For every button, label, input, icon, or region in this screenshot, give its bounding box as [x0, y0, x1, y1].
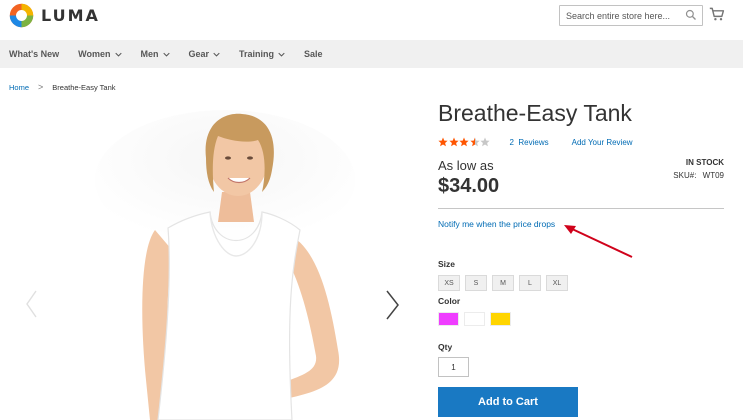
size-label: Size [438, 259, 456, 269]
chevron-down-icon [114, 52, 122, 57]
nav-item-sale[interactable]: Sale [304, 49, 323, 59]
product-rating: 2 Reviews Add Your Review [438, 137, 633, 147]
nav-item-training[interactable]: Training [239, 49, 285, 59]
product-price: $34.00 [438, 175, 500, 197]
star-full-icon [448, 137, 459, 147]
color-label: Color [438, 296, 461, 306]
logo-text: LUMA [41, 6, 100, 25]
header: LUMA [0, 0, 743, 40]
nav-item-men[interactable]: Men [141, 49, 170, 59]
add-to-cart-button[interactable]: Add to Cart [438, 387, 578, 417]
store-logo[interactable]: LUMA [9, 3, 100, 28]
search-icon[interactable] [685, 9, 697, 21]
nav-item-label: What's New [9, 49, 60, 59]
notify-price-drop-link[interactable]: Notify me when the price drops [438, 219, 555, 229]
reviews-link[interactable]: 2 Reviews [510, 138, 549, 147]
gallery-next-arrow-icon[interactable] [384, 289, 400, 321]
main-nav: What's New Women Men Gear Training Sale [0, 40, 743, 68]
star-full-icon [459, 137, 469, 147]
product-title: Breathe-Easy Tank [438, 100, 632, 126]
nav-item-label: Sale [304, 49, 323, 59]
product-gallery [0, 100, 420, 420]
luma-logo-icon [9, 3, 34, 28]
star-half-icon [469, 137, 480, 147]
sku-label: SKU#: [673, 171, 697, 180]
size-option-l[interactable]: L [519, 275, 541, 291]
add-review-link[interactable]: Add Your Review [572, 138, 633, 147]
qty-input[interactable] [438, 357, 469, 377]
cart-icon[interactable] [709, 6, 725, 22]
nav-item-women[interactable]: Women [78, 49, 122, 59]
size-option-xl[interactable]: XL [546, 275, 568, 291]
price-divider [438, 208, 724, 209]
product-sku: SKU#: WT09 [673, 171, 724, 180]
search-box[interactable] [559, 5, 703, 26]
search-input[interactable] [560, 6, 678, 26]
size-option-s[interactable]: S [465, 275, 487, 291]
star-full-icon [438, 137, 448, 147]
size-option-m[interactable]: M [492, 275, 514, 291]
star-empty-icon [480, 137, 490, 147]
size-options: XS S M L XL [438, 275, 573, 291]
chevron-down-icon [162, 52, 170, 57]
breadcrumb: Home > Breathe-Easy Tank [9, 82, 116, 92]
nav-item-label: Women [78, 49, 111, 59]
nav-item-whats-new[interactable]: What's New [9, 49, 59, 59]
nav-item-label: Training [239, 49, 275, 59]
rating-stars [438, 137, 491, 147]
breadcrumb-home-link[interactable]: Home [9, 83, 29, 92]
gallery-prev-arrow-icon[interactable] [24, 289, 38, 319]
nav-item-gear[interactable]: Gear [189, 49, 221, 59]
color-option-purple[interactable] [438, 312, 459, 326]
color-option-white[interactable] [464, 312, 485, 326]
chevron-down-icon [278, 52, 285, 57]
stock-status: IN STOCK [685, 158, 724, 167]
product-image [95, 110, 355, 420]
color-options [438, 312, 516, 326]
nav-item-label: Gear [188, 49, 210, 59]
sku-value: WT09 [702, 171, 724, 180]
annotation-arrow-icon [564, 225, 633, 258]
breadcrumb-current: Breathe-Easy Tank [52, 82, 116, 92]
color-option-yellow[interactable] [490, 312, 511, 326]
as-low-as-label: As low as [438, 158, 494, 173]
chevron-down-icon [213, 52, 220, 57]
breadcrumb-separator: > [38, 82, 44, 92]
size-option-xs[interactable]: XS [438, 275, 460, 291]
qty-label: Qty [438, 342, 453, 352]
nav-item-label: Men [140, 49, 159, 59]
